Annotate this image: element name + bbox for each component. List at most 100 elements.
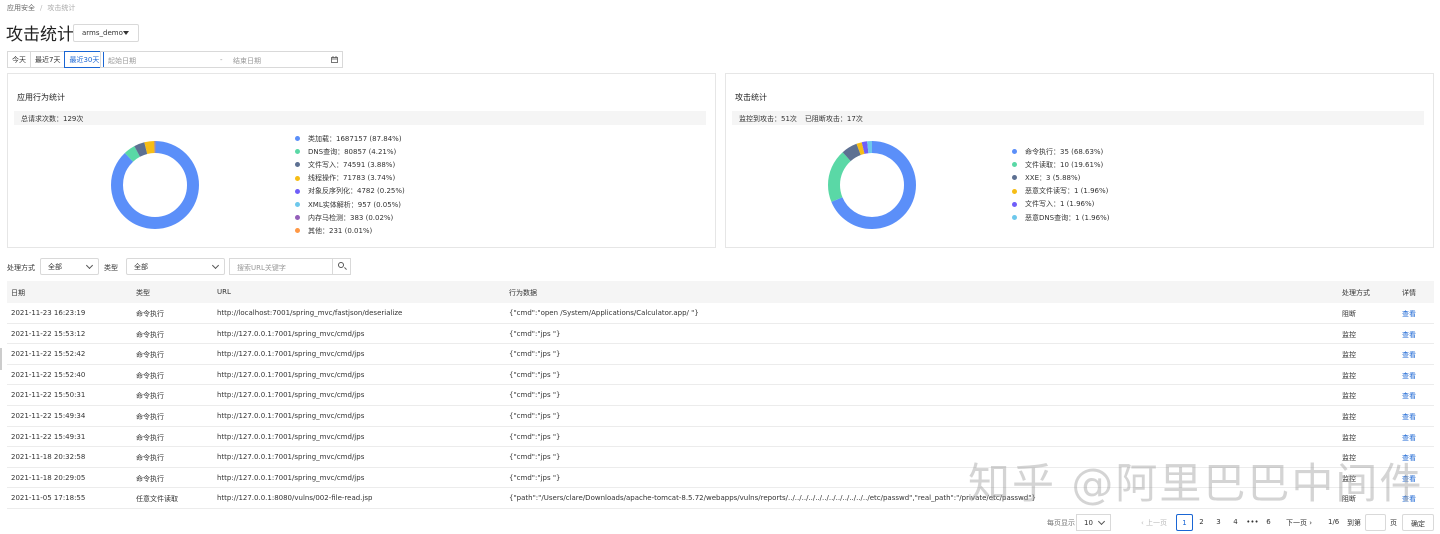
search-button[interactable]	[332, 258, 351, 275]
legend-label: 恶意文件读写：	[1025, 187, 1074, 196]
legend-item[interactable]: 文件写入： 74591 (3.88%)	[295, 158, 405, 171]
page-4-button[interactable]: 4	[1227, 514, 1244, 531]
legend-label: 类加载：	[308, 134, 336, 143]
legend-item[interactable]: DNS查询： 80857 (4.21%)	[295, 145, 405, 158]
type-filter-label: 类型	[104, 264, 118, 272]
attack-legend: 命令执行： 35 (68.63%) 文件读取： 10 (19.61%) XXE： 3 (5…	[1012, 145, 1109, 224]
row-detail-link[interactable]: 查看	[1402, 433, 1416, 443]
range-today-button[interactable]: 今天	[7, 51, 30, 68]
range-button-group: 今天 最近7天 最近30天	[7, 51, 105, 68]
row-url: http://127.0.0.1:7001/spring_mvc/cmd/jps	[217, 412, 365, 420]
legend-item[interactable]: 线程操作： 71783 (3.74%)	[295, 172, 405, 185]
row-type: 命令执行	[136, 413, 164, 421]
legend-value: 80857 (4.21%)	[344, 147, 397, 156]
legend-item[interactable]: XXE： 3 (5.88%)	[1012, 171, 1109, 184]
confirm-button[interactable]: 确定	[1402, 514, 1434, 531]
goto-page-input[interactable]	[1365, 514, 1386, 531]
attack-stats-panel: 攻击统计 监控到攻击：51次 已阻断攻击：17次 命令执行： 35 (68.63%)…	[725, 73, 1434, 248]
legend-item[interactable]: 其他： 231 (0.01%)	[295, 224, 405, 237]
legend-value: 74591 (3.88%)	[343, 160, 396, 169]
page-size-select[interactable]: 10	[1076, 514, 1111, 531]
app-selector-value: arms_demo	[82, 29, 123, 37]
behavior-panel-title: 应用行为统计	[17, 93, 65, 102]
calendar-icon[interactable]	[331, 56, 338, 63]
behavior-legend: 类加载： 1687157 (87.84%) DNS查询： 80857 (4.21%) 文…	[295, 132, 405, 238]
row-data: {"cmd":"jps "}	[509, 473, 561, 482]
row-method: 监控	[1342, 371, 1356, 380]
range-30days-button[interactable]: 最近30天	[64, 51, 105, 68]
legend-value: 71783 (3.74%)	[343, 174, 396, 183]
legend-dot-icon	[295, 162, 300, 168]
row-data: {"cmd":"jps "}	[509, 370, 561, 379]
row-data: {"cmd":"jps "}	[509, 453, 561, 462]
page-3-button[interactable]: 3	[1210, 514, 1227, 531]
date-range-picker[interactable]: 起始日期 - 结束日期	[100, 51, 343, 68]
row-detail-link[interactable]: 查看	[1402, 330, 1416, 340]
legend-dot-icon	[295, 149, 300, 155]
table-row: 2021-11-18 20:32:58 命令执行 http://127.0.0.1:…	[7, 447, 1434, 468]
legend-value: 35 (68.63%)	[1060, 147, 1104, 156]
page-6-button[interactable]: 6	[1260, 514, 1277, 531]
app-selector[interactable]: arms_demo	[73, 24, 139, 42]
behavior-donut-chart	[111, 141, 199, 229]
legend-dot-icon	[295, 228, 300, 234]
end-date-input[interactable]: 结束日期	[233, 56, 261, 66]
col-date: 日期	[11, 289, 25, 297]
caret-down-icon	[123, 31, 129, 35]
page-1-button[interactable]: 1	[1176, 514, 1193, 531]
legend-item[interactable]: 类加载： 1687157 (87.84%)	[295, 132, 405, 145]
row-detail-link[interactable]: 查看	[1402, 412, 1416, 422]
legend-value: 10 (19.61%)	[1060, 160, 1104, 169]
table-row: 2021-11-23 16:23:19 命令执行 http://localhost:…	[7, 303, 1434, 324]
scroll-edge	[0, 348, 2, 370]
row-detail-link[interactable]: 查看	[1402, 474, 1416, 484]
legend-dot-icon	[295, 215, 300, 221]
donut-slice[interactable]	[111, 141, 199, 229]
legend-dot-icon	[1012, 201, 1017, 207]
row-data: {"cmd":"jps "}	[509, 432, 561, 441]
range-7days-button[interactable]: 最近7天	[30, 51, 65, 68]
legend-label: 内存马检测：	[308, 213, 350, 222]
col-data: 行为数据	[509, 289, 537, 297]
method-filter-value: 全部	[48, 263, 62, 271]
type-filter-select[interactable]: 全部	[126, 258, 225, 275]
row-detail-link[interactable]: 查看	[1402, 350, 1416, 360]
method-filter-select[interactable]: 全部	[40, 258, 99, 275]
legend-item[interactable]: 恶意DNS查询： 1 (1.96%)	[1012, 211, 1109, 224]
page-ellipsis[interactable]: •••	[1244, 514, 1261, 531]
legend-item[interactable]: 文件读取： 10 (19.61%)	[1012, 158, 1109, 171]
next-page-button[interactable]: 下一页 ›	[1281, 514, 1317, 531]
legend-item[interactable]: XML实体解析： 957 (0.05%)	[295, 198, 405, 211]
legend-value: 231 (0.01%)	[329, 226, 373, 235]
page-2-button[interactable]: 2	[1193, 514, 1210, 531]
row-detail-link[interactable]: 查看	[1402, 371, 1416, 381]
legend-dot-icon	[295, 136, 300, 142]
table-row: 2021-11-18 20:29:05 命令执行 http://127.0.0.1:…	[7, 468, 1434, 489]
row-detail-link[interactable]: 查看	[1402, 309, 1416, 319]
legend-label: XML实体解析：	[308, 200, 358, 209]
legend-dot-icon	[1012, 162, 1017, 168]
row-data: {"path":"/Users/clare/Downloads/apache-t…	[509, 494, 1036, 503]
legend-item[interactable]: 恶意文件读写： 1 (1.96%)	[1012, 185, 1109, 198]
attack-summary: 监控到攻击：51次 已阻断攻击：17次	[732, 111, 1424, 125]
legend-label: 命令执行：	[1025, 147, 1060, 156]
legend-label: 文件读取：	[1025, 160, 1060, 169]
table-row: 2021-11-22 15:49:34 命令执行 http://127.0.0.1:…	[7, 406, 1434, 427]
breadcrumb-parent[interactable]: 应用安全	[7, 4, 35, 12]
legend-label: 线程操作：	[308, 174, 343, 183]
legend-item[interactable]: 命令执行： 35 (68.63%)	[1012, 145, 1109, 158]
prev-page-button[interactable]: ‹ 上一页	[1136, 514, 1172, 531]
legend-item[interactable]: 文件写入： 1 (1.96%)	[1012, 198, 1109, 211]
url-search-input[interactable]: 搜索URL关键字	[229, 258, 333, 275]
start-date-input[interactable]: 起始日期	[108, 56, 136, 66]
legend-item[interactable]: 内存马检测： 383 (0.02%)	[295, 211, 405, 224]
row-date: 2021-11-22 15:52:42	[11, 350, 86, 359]
row-detail-link[interactable]: 查看	[1402, 453, 1416, 463]
goto-suffix: 页	[1390, 519, 1397, 527]
chevron-down-icon	[211, 261, 220, 270]
legend-item[interactable]: 对象反序列化： 4782 (0.25%)	[295, 185, 405, 198]
row-method: 阻断	[1342, 495, 1356, 504]
row-detail-link[interactable]: 查看	[1402, 391, 1416, 401]
row-detail-link[interactable]: 查看	[1402, 494, 1416, 504]
row-url: http://127.0.0.1:7001/spring_mvc/cmd/jps	[217, 329, 365, 338]
